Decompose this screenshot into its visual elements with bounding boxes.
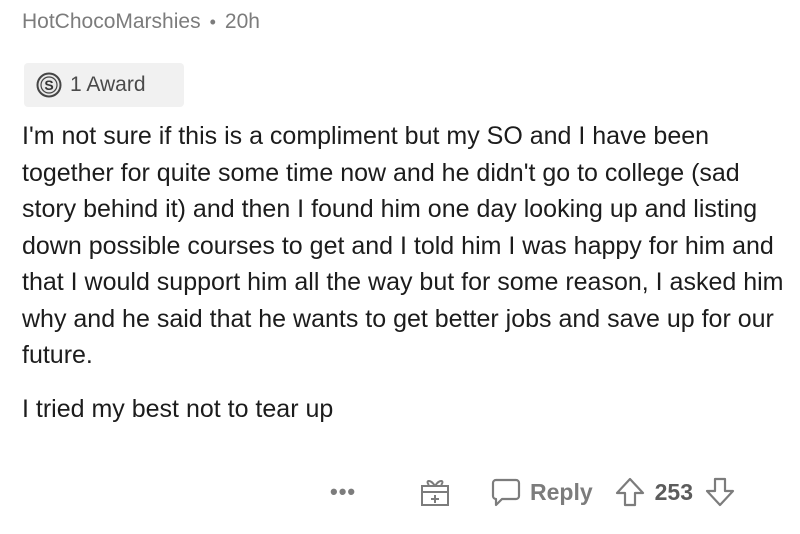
silver-award-icon: S bbox=[36, 72, 62, 98]
comment-bubble-icon bbox=[491, 478, 521, 507]
comment-paragraph: I tried my best not to tear up bbox=[22, 394, 334, 423]
comment-paragraph: I'm not sure if this is a compliment but… bbox=[22, 122, 784, 369]
comment-age: 20h bbox=[224, 10, 260, 33]
vote-score: 253 bbox=[654, 478, 694, 505]
more-options-button[interactable]: ••• bbox=[330, 479, 378, 505]
separator-dot: • bbox=[209, 11, 216, 32]
award-label: 1 Award bbox=[70, 73, 146, 96]
comment-actions: ••• Reply 253 bbox=[330, 470, 790, 514]
author-name[interactable]: HotChocoMarshies bbox=[22, 10, 201, 34]
svg-text:S: S bbox=[44, 77, 53, 93]
downvote-arrow-icon[interactable] bbox=[705, 476, 735, 508]
upvote-arrow-icon[interactable] bbox=[615, 476, 645, 508]
reply-button[interactable]: Reply bbox=[490, 476, 593, 508]
gift-award-icon[interactable] bbox=[418, 475, 452, 509]
comment-body: I'm not sure if this is a compliment but… bbox=[22, 118, 792, 427]
award-chip[interactable]: S 1 Award bbox=[24, 63, 184, 107]
reply-label: Reply bbox=[530, 478, 593, 505]
comment-header: HotChocoMarshies • 20h bbox=[22, 10, 260, 34]
